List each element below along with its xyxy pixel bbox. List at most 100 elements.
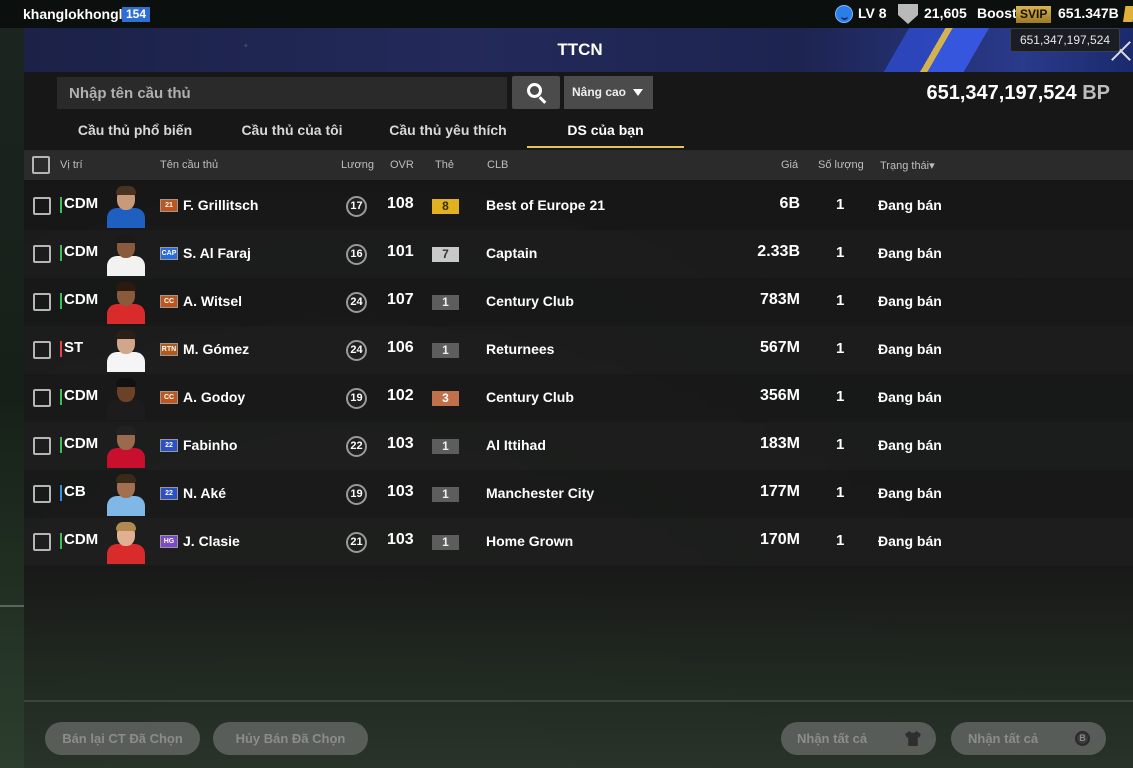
- player-wage: 16: [346, 244, 367, 265]
- player-avatar: [104, 330, 148, 372]
- column-grade: Thẻ: [435, 159, 454, 171]
- player-name[interactable]: N. Aké: [183, 485, 226, 501]
- tab-popular-players[interactable]: Cầu thủ phổ biến: [60, 122, 210, 148]
- listing-price: 783M: [759, 291, 800, 308]
- listing-status: Đang bán: [878, 197, 942, 213]
- player-position: CDM: [64, 387, 99, 404]
- player-name[interactable]: J. Clasie: [183, 533, 240, 549]
- player-club: Century Club: [486, 293, 574, 309]
- table-row[interactable]: CB 22 N. Aké 19 103 1 Manchester City 17…: [24, 470, 1133, 518]
- player-shirt: [107, 208, 145, 228]
- shield-icon: [898, 4, 918, 24]
- upgrade-grade-badge: 8: [432, 199, 459, 214]
- tab-favorite-players[interactable]: Cầu thủ yêu thích: [373, 122, 523, 148]
- claim-all-bp-button[interactable]: Nhận tất cả B: [951, 722, 1106, 755]
- resell-selected-button[interactable]: Bán lại CT Đã Chọn: [45, 722, 200, 755]
- player-avatar: [104, 522, 148, 564]
- row-checkbox[interactable]: [33, 245, 51, 263]
- player-ovr: 106: [387, 339, 414, 356]
- gp-value: 21,605: [924, 5, 967, 21]
- tab-my-players[interactable]: Cầu thủ của tôi: [218, 122, 366, 148]
- table-row[interactable]: CDM 22 Fabinho 22 103 1 Al Ittihad 183M …: [24, 422, 1133, 470]
- player-shirt: [107, 448, 145, 468]
- upgrade-grade-badge: 7: [432, 247, 459, 262]
- search-icon-handle: [538, 96, 547, 104]
- player-hair: [116, 426, 136, 435]
- player-name[interactable]: A. Godoy: [183, 389, 245, 405]
- player-hair: [116, 378, 136, 387]
- row-checkbox[interactable]: [33, 437, 51, 455]
- row-checkbox[interactable]: [33, 341, 51, 359]
- player-position: CDM: [64, 291, 99, 308]
- row-checkbox[interactable]: [33, 533, 51, 551]
- select-all-checkbox[interactable]: [32, 156, 50, 174]
- table-row[interactable]: CDM CC A. Godoy 19 102 3 Century Club 35…: [24, 374, 1133, 422]
- listing-price: 2.33B: [757, 243, 800, 260]
- row-checkbox[interactable]: [33, 389, 51, 407]
- player-shirt: [107, 496, 145, 516]
- listing-quantity: 1: [836, 244, 845, 261]
- player-wage: 22: [346, 436, 367, 457]
- player-position: CDM: [64, 243, 99, 260]
- background-left-edge: [0, 24, 24, 768]
- position-color-bar: [60, 533, 62, 549]
- tab-your-listings[interactable]: DS của bạn: [527, 122, 684, 148]
- player-hair: [116, 186, 136, 195]
- listing-quantity: 1: [836, 388, 845, 405]
- bp-total: 651,347,197,524 BP: [926, 82, 1110, 105]
- player-ovr: 103: [387, 435, 414, 452]
- season-badge: 22: [160, 487, 178, 500]
- search-button[interactable]: [512, 76, 560, 109]
- listing-quantity: 1: [836, 340, 845, 357]
- pitch-line: [0, 605, 24, 607]
- player-avatar: [104, 474, 148, 516]
- player-name[interactable]: M. Gómez: [183, 341, 249, 357]
- player-shirt: [107, 256, 145, 276]
- advanced-filter-label: Nâng cao: [572, 85, 627, 99]
- listing-status: Đang bán: [878, 245, 942, 261]
- upgrade-grade-badge: 3: [432, 391, 459, 406]
- player-hair: [116, 282, 136, 291]
- active-tab-indicator: [527, 146, 684, 148]
- smiley-level-icon: [835, 5, 853, 23]
- player-name[interactable]: S. Al Faraj: [183, 245, 251, 261]
- table-row[interactable]: CDM CAP S. Al Faraj 16 101 7 Captain 2.3…: [24, 230, 1133, 278]
- position-color-bar: [60, 245, 62, 261]
- listing-price: 6B: [779, 195, 800, 212]
- column-status[interactable]: Trạng thái▾: [880, 159, 935, 172]
- table-row[interactable]: ST RTN M. Gómez 24 106 1 Returnees 567M …: [24, 326, 1133, 374]
- position-color-bar: [60, 437, 62, 453]
- bp-coin-icon: B: [1075, 731, 1090, 746]
- player-ovr: 102: [387, 387, 414, 404]
- player-hair: [116, 522, 136, 531]
- player-search-input[interactable]: [57, 77, 507, 109]
- row-checkbox[interactable]: [33, 293, 51, 311]
- svip-badge[interactable]: SVIP: [1016, 6, 1052, 23]
- player-name[interactable]: Fabinho: [183, 437, 237, 453]
- row-checkbox[interactable]: [33, 197, 51, 215]
- listing-quantity: 1: [836, 532, 845, 549]
- player-avatar: [104, 378, 148, 420]
- player-name[interactable]: A. Witsel: [183, 293, 242, 309]
- column-club: CLB: [487, 159, 509, 171]
- position-color-bar: [60, 293, 62, 309]
- position-color-bar: [60, 197, 62, 213]
- row-checkbox[interactable]: [33, 485, 51, 503]
- column-wage: Lương: [341, 159, 374, 171]
- table-row[interactable]: CDM 21 F. Grillitsch 17 108 8 Best of Eu…: [24, 182, 1133, 230]
- column-quantity: Số lượng: [818, 159, 864, 171]
- table-row[interactable]: CDM HG J. Clasie 21 103 1 Home Grown 170…: [24, 518, 1133, 566]
- player-shirt: [107, 400, 145, 420]
- listing-status: Đang bán: [878, 389, 942, 405]
- table-row[interactable]: CDM CC A. Witsel 24 107 1 Century Club 7…: [24, 278, 1133, 326]
- column-price: Giá: [781, 159, 799, 171]
- claim-all-items-button[interactable]: Nhận tất cả: [781, 722, 936, 755]
- player-club: Home Grown: [486, 533, 574, 549]
- boost-label[interactable]: Boost: [977, 5, 1017, 21]
- player-name[interactable]: F. Grillitsch: [183, 197, 258, 213]
- listing-status: Đang bán: [878, 437, 942, 453]
- cancel-selected-button[interactable]: Hủy Bán Đã Chọn: [213, 722, 368, 755]
- player-ovr: 103: [387, 483, 414, 500]
- advanced-filter-dropdown[interactable]: Nâng cao: [564, 76, 653, 109]
- player-position: CDM: [64, 531, 99, 548]
